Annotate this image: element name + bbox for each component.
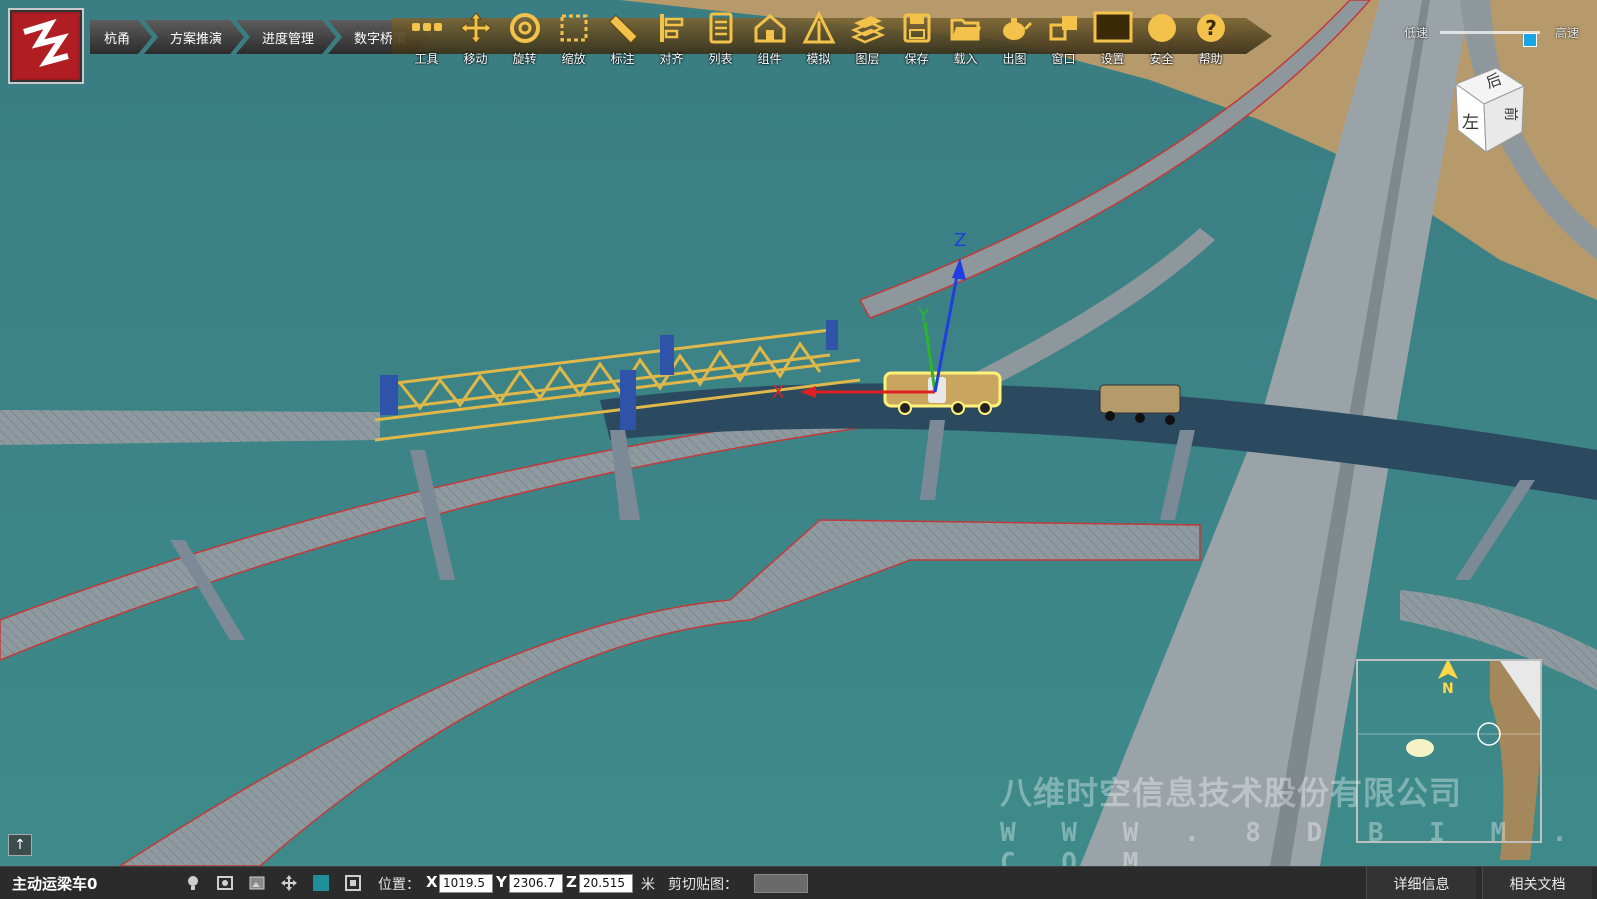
list-icon xyxy=(709,12,732,44)
coord-y-key: Y xyxy=(496,873,507,891)
rotate-icon xyxy=(509,13,540,43)
breadcrumb-plan-simulation[interactable]: 方案推演 xyxy=(144,20,244,54)
component-icon xyxy=(754,14,785,43)
tool-button-annotate[interactable]: 标注 xyxy=(598,8,647,72)
tool-label: 工具 xyxy=(414,52,439,66)
image-icon[interactable] xyxy=(248,874,266,892)
tool-button-window[interactable]: 窗口 xyxy=(1039,8,1088,72)
tool-label: 列表 xyxy=(708,52,733,66)
tool-button-rotate[interactable]: 旋转 xyxy=(500,8,549,72)
app-logo[interactable] xyxy=(8,8,84,84)
tool-button-help[interactable]: ? 帮助 xyxy=(1186,8,1235,72)
app-window: 杭甬 方案推演 进度管理 数字桥梁 工具 移动 旋转 缩放 标注 对齐 列表 组… xyxy=(0,0,1597,899)
minimap-north-label: N xyxy=(1442,681,1454,697)
tool-label: 出图 xyxy=(1002,52,1027,66)
coord-x-input[interactable]: 1019.5 xyxy=(439,874,493,893)
simulate-icon xyxy=(802,11,835,44)
speed-slider-handle[interactable] xyxy=(1523,33,1537,47)
tool-button-list[interactable]: 列表 xyxy=(696,8,745,72)
tool-label: 图层 xyxy=(855,52,880,66)
snapshot-icon[interactable] xyxy=(216,874,234,892)
lightbulb-icon[interactable] xyxy=(184,874,202,892)
tool-label: 帮助 xyxy=(1198,52,1223,66)
tool-label: 对齐 xyxy=(659,52,684,66)
tool-label: 模拟 xyxy=(806,52,831,66)
layers-icon xyxy=(850,16,885,44)
tool-label: 组件 xyxy=(757,52,782,66)
tool-button-align[interactable]: 对齐 xyxy=(647,8,696,72)
svg-text:?: ? xyxy=(1205,16,1217,40)
tool-label: 缩放 xyxy=(561,52,586,66)
tool-label: 保存 xyxy=(904,52,929,66)
gizmo-y-label: Y xyxy=(918,305,929,326)
tool-button-load[interactable]: 载入 xyxy=(941,8,990,72)
unit-label: 米 xyxy=(641,877,655,893)
color-swatch-icon[interactable] xyxy=(312,874,330,892)
clipboard-field[interactable] xyxy=(754,874,808,893)
view-cube-top-label: 后 xyxy=(1483,69,1504,92)
speed-slider[interactable]: 低速 高速 xyxy=(1404,22,1579,47)
minimap[interactable]: N xyxy=(1356,659,1542,843)
position-label: 位置： xyxy=(378,877,420,893)
coord-z-key: Z xyxy=(566,873,577,891)
save-icon xyxy=(903,13,930,43)
breadcrumb-project[interactable]: 杭甬 xyxy=(90,20,152,54)
breadcrumb: 杭甬 方案推演 进度管理 数字桥梁 xyxy=(90,20,420,54)
tool-button-save[interactable]: 保存 xyxy=(892,8,941,72)
tool-button-settings[interactable]: 设置 xyxy=(1088,8,1137,72)
gizmo-x-label: X xyxy=(772,382,785,403)
tool-label: 标注 xyxy=(610,52,635,66)
view-cube-right-label: 前 xyxy=(1502,107,1518,121)
tool-button-safety[interactable]: 安全 xyxy=(1137,8,1186,72)
gizmo-z-label: Z xyxy=(954,230,967,251)
clipboard-label: 剪切贴图： xyxy=(668,877,738,893)
dots-icon xyxy=(411,23,442,31)
tool-button-tools[interactable]: 工具 xyxy=(402,8,451,72)
logo-emblem-icon xyxy=(14,14,78,78)
collapse-up-button[interactable]: ↑ xyxy=(8,834,32,856)
tool-label: 移动 xyxy=(463,52,488,66)
main-toolbar: 工具 移动 旋转 缩放 标注 对齐 列表 组件 模拟 图层 保存 载入 出图 窗… xyxy=(402,8,1235,72)
tool-label: 窗口 xyxy=(1051,52,1076,66)
selected-object-name: 主动运梁车0 xyxy=(12,875,98,893)
tool-button-move[interactable]: 移动 xyxy=(451,8,500,72)
tool-button-simulate[interactable]: 模拟 xyxy=(794,8,843,72)
coord-x-key: X xyxy=(426,873,438,891)
beam-transport-vehicle[interactable] xyxy=(1099,384,1181,425)
frame-select-icon[interactable] xyxy=(344,874,362,892)
status-bar: 主动运梁车0 位置： X 1019.5 Y 2306.7 Z 20.515 米 … xyxy=(0,866,1597,899)
coord-y-input[interactable]: 2306.7 xyxy=(509,874,563,893)
align-icon xyxy=(659,14,683,42)
scale-icon xyxy=(560,14,587,42)
ruler-icon xyxy=(608,14,638,44)
tool-label: 设置 xyxy=(1100,52,1125,66)
related-docs-button[interactable]: 相关文档 xyxy=(1482,867,1592,899)
coord-z-input[interactable]: 20.515 xyxy=(579,874,633,893)
watermark-company: 八维时空信息技术股份有限公司 xyxy=(1000,774,1463,812)
help-icon: ? xyxy=(1196,14,1225,42)
view-cube-labels: 后 左 前 xyxy=(1446,66,1536,156)
teapot-icon xyxy=(1002,18,1032,40)
tool-label: 旋转 xyxy=(512,52,537,66)
speed-low-label: 低速 xyxy=(1404,26,1429,40)
window-icon xyxy=(1049,16,1077,41)
tool-button-component[interactable]: 组件 xyxy=(745,8,794,72)
circle-icon xyxy=(1147,14,1176,42)
breadcrumb-schedule[interactable]: 进度管理 xyxy=(236,20,336,54)
folder-open-icon xyxy=(950,18,981,41)
tool-button-layers[interactable]: 图层 xyxy=(843,8,892,72)
tool-label: 载入 xyxy=(953,52,978,66)
details-button[interactable]: 详细信息 xyxy=(1366,867,1476,899)
speed-high-label: 高速 xyxy=(1554,26,1579,40)
move-arrows-icon[interactable] xyxy=(280,874,298,892)
tool-button-scale[interactable]: 缩放 xyxy=(549,8,598,72)
speed-track[interactable] xyxy=(1440,31,1540,47)
north-arrow-icon xyxy=(1438,661,1458,679)
tool-button-export-image[interactable]: 出图 xyxy=(990,8,1039,72)
move-arrows-icon xyxy=(459,12,492,44)
trestle-left-upper xyxy=(0,410,380,445)
monitor-icon xyxy=(1093,11,1132,43)
view-cube-front-label: 左 xyxy=(1462,113,1479,133)
tool-label: 安全 xyxy=(1149,52,1174,66)
